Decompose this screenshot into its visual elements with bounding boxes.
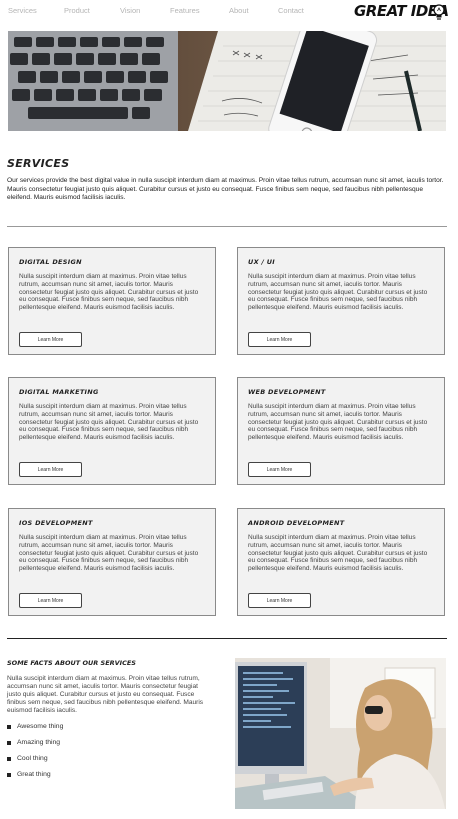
nav-link-about[interactable]: About xyxy=(229,6,249,15)
list-item: Amazing thing xyxy=(7,738,63,754)
list-item: Awesome thing xyxy=(7,722,63,738)
list-item: Great thing xyxy=(7,770,63,786)
card-text: Nulla suscipit interdum diam at maximus.… xyxy=(19,534,199,573)
learn-more-button[interactable]: Learn More xyxy=(248,332,311,347)
card-title: iOS Development xyxy=(19,519,93,527)
card-title: UX / UI xyxy=(248,258,275,266)
service-card-ux-ui: UX / UI Nulla suscipit interdum diam at … xyxy=(237,247,445,355)
nav-link-contact[interactable]: Contact xyxy=(278,6,304,15)
hero-image xyxy=(8,31,446,131)
card-text: Nulla suscipit interdum diam at maximus.… xyxy=(19,273,199,312)
divider xyxy=(7,638,447,639)
woman-at-computer-illustration xyxy=(235,658,446,809)
nav-link-features[interactable]: Features xyxy=(170,6,200,15)
service-card-android-development: Android Development Nulla suscipit inter… xyxy=(237,508,445,616)
service-card-ios-development: iOS Development Nulla suscipit interdum … xyxy=(8,508,216,616)
nav-link-vision[interactable]: Vision xyxy=(120,6,140,15)
service-card-web-development: Web Development Nulla suscipit interdum … xyxy=(237,377,445,485)
learn-more-button[interactable]: Learn More xyxy=(19,332,82,347)
divider xyxy=(7,226,447,227)
card-title: Web Development xyxy=(248,388,326,396)
hero-desk-illustration xyxy=(8,31,446,131)
service-card-digital-marketing: Digital Marketing Nulla suscipit interdu… xyxy=(8,377,216,485)
lightbulb-icon xyxy=(433,4,445,20)
card-text: Nulla suscipit interdum diam at maximus.… xyxy=(248,273,428,312)
card-text: Nulla suscipit interdum diam at maximus.… xyxy=(248,403,428,442)
facts-text: Nulla suscipit interdum diam at maximus.… xyxy=(7,675,204,714)
nav-link-product[interactable]: Product xyxy=(64,6,90,15)
card-text: Nulla suscipit interdum diam at maximus.… xyxy=(19,403,199,442)
facts-list: Awesome thing Amazing thing Cool thing G… xyxy=(7,722,63,786)
card-title: Digital Design xyxy=(19,258,82,266)
card-title: Android Development xyxy=(248,519,345,527)
services-heading: SERVICES xyxy=(7,157,70,170)
learn-more-button[interactable]: Learn More xyxy=(19,462,82,477)
card-title: Digital Marketing xyxy=(19,388,99,396)
facts-photo xyxy=(235,658,446,809)
learn-more-button[interactable]: Learn More xyxy=(248,462,311,477)
service-card-digital-design: Digital Design Nulla suscipit interdum d… xyxy=(8,247,216,355)
list-item: Cool thing xyxy=(7,754,63,770)
card-text: Nulla suscipit interdum diam at maximus.… xyxy=(248,534,428,573)
facts-heading: SOME FACTS ABOUT OUR SERVICES xyxy=(7,659,136,667)
learn-more-button[interactable]: Learn More xyxy=(19,593,82,608)
top-nav: Services Product Vision Features About C… xyxy=(0,0,458,28)
learn-more-button[interactable]: Learn More xyxy=(248,593,311,608)
nav-link-services[interactable]: Services xyxy=(8,6,37,15)
services-intro: Our services provide the best digital va… xyxy=(7,177,444,201)
